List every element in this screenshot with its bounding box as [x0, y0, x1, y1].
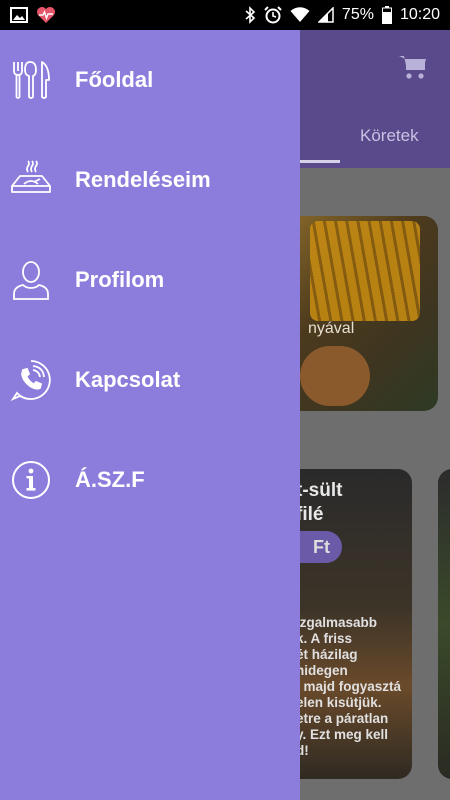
menu-item-label: Á.SZ.F — [75, 467, 145, 492]
menu-item-label: Főoldal — [75, 67, 154, 92]
card-title: nyával — [308, 320, 355, 337]
card-title-line: filé — [296, 504, 324, 525]
desc-line: k. A friss — [296, 631, 353, 646]
product-card[interactable]: nyával — [280, 216, 438, 411]
image-notification-icon — [10, 7, 28, 23]
desc-line: d! — [296, 743, 309, 758]
menu-item-rendeleseim[interactable]: Rendeléseim — [0, 145, 300, 215]
signal-icon — [317, 7, 334, 23]
clock: 10:20 — [399, 6, 440, 23]
shopping-cart-icon[interactable] — [398, 54, 428, 80]
fries-image — [310, 221, 420, 321]
status-right: 75% 10:20 — [244, 6, 440, 24]
menu-item-label: Rendeléseim — [75, 167, 211, 192]
health-heart-icon — [37, 7, 55, 23]
menu-item-aszf[interactable]: Á.SZ.F — [0, 445, 300, 515]
bluetooth-icon — [245, 6, 256, 24]
meat-image — [300, 346, 370, 406]
desc-line: elen kisütjük. — [296, 695, 382, 710]
product-card-partial[interactable] — [438, 469, 450, 779]
card-title: t-sült filé — [296, 479, 406, 527]
battery-percent: 75% — [341, 6, 374, 23]
desc-line: y. Ezt meg kell — [296, 727, 389, 742]
menu-item-fooldal[interactable]: Főoldal — [0, 45, 300, 115]
menu-item-label: Profilom — [75, 267, 165, 292]
status-bar: 75% 10:20 — [0, 0, 450, 30]
wifi-icon — [290, 7, 310, 22]
tab-koretek[interactable]: Köretek — [360, 126, 419, 146]
user-icon — [10, 259, 52, 301]
navigation-drawer: Főoldal Rendeléseim Profilom Kapcsolat Á… — [0, 30, 300, 800]
desc-line: , majd fogyasztá — [296, 679, 402, 694]
phone-icon — [10, 359, 52, 401]
desc-line: ét házilag — [296, 647, 358, 662]
menu-item-kapcsolat[interactable]: Kapcsolat — [0, 345, 300, 415]
menu-item-profilom[interactable]: Profilom — [0, 245, 300, 315]
info-icon — [10, 459, 52, 501]
desc-line: izgalmasabb — [296, 615, 378, 630]
desc-line: etre a páratlan — [296, 711, 389, 726]
desc-line: hidegen — [296, 663, 348, 678]
alarm-icon — [264, 6, 282, 24]
cutlery-icon — [10, 59, 52, 101]
food-tray-icon — [10, 159, 52, 201]
menu-item-label: Kapcsolat — [75, 367, 181, 392]
card-title-line: t-sült — [296, 480, 343, 501]
status-left — [10, 6, 56, 24]
battery-icon — [381, 6, 392, 24]
card-description: izgalmasabb k. A friss ét házilag hidege… — [296, 615, 408, 759]
